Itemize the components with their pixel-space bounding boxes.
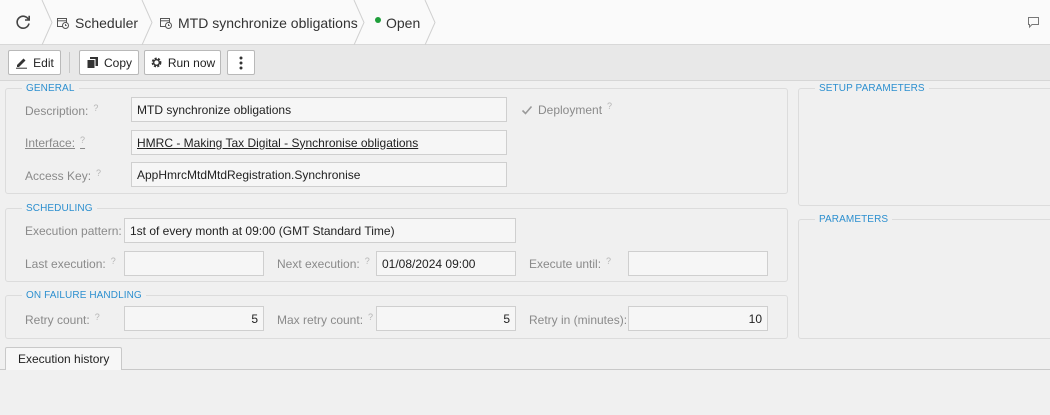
breadcrumb-separator xyxy=(424,0,436,45)
refresh-icon[interactable] xyxy=(14,13,32,31)
breadcrumb-separator xyxy=(141,0,153,45)
next-execution-label: Next execution:? xyxy=(277,256,370,271)
setup-parameters-group xyxy=(798,88,1050,206)
breadcrumb-label: Scheduler xyxy=(75,14,139,31)
parameters-group xyxy=(798,219,1050,339)
copy-button-label: Copy xyxy=(103,55,132,70)
retry-in-minutes-field[interactable]: 10 xyxy=(628,306,768,331)
tab-execution-history[interactable]: Execution history xyxy=(5,347,123,370)
breadcrumb-label: MTD synchronize obligations xyxy=(178,14,358,31)
toolbar-divider xyxy=(69,52,70,73)
run-now-button-label: Run now xyxy=(167,55,216,70)
gear-icon xyxy=(151,57,162,68)
retry-in-minutes-label: Retry in (minutes): xyxy=(529,313,628,327)
scheduler-icon xyxy=(57,17,69,29)
edit-button[interactable]: Edit xyxy=(8,50,61,75)
pencil-icon xyxy=(16,58,28,69)
execution-pattern-label: Execution pattern: xyxy=(25,224,122,238)
comment-icon[interactable] xyxy=(1027,16,1040,29)
status-label: Open xyxy=(386,14,421,31)
interface-field[interactable]: HMRC - Making Tax Digital - Synchronise … xyxy=(131,130,507,155)
breadcrumb-separator xyxy=(353,0,365,45)
next-execution-field[interactable]: 01/08/2024 09:00 xyxy=(376,251,516,276)
execute-until-label: Execute until:? xyxy=(529,256,612,271)
interface-label[interactable]: Interface:? xyxy=(25,135,85,150)
help-icon[interactable]: ? xyxy=(93,103,98,113)
max-retry-count-label: Max retry count:? xyxy=(277,312,374,327)
last-execution-label: Last execution:? xyxy=(25,256,116,271)
help-icon[interactable]: ? xyxy=(607,101,612,111)
run-now-button[interactable]: Run now xyxy=(144,50,221,75)
setup-parameters-legend: SETUP PARAMETERS xyxy=(815,83,929,94)
breadcrumb-bar: Scheduler MTD synchronize obligations Op… xyxy=(0,0,1050,45)
access-key-field[interactable]: AppHmrcMtdMtdRegistration.Synchronise xyxy=(131,162,507,187)
tab-label: Execution history xyxy=(18,352,110,366)
status-dot xyxy=(375,16,381,23)
breadcrumb-record[interactable]: MTD synchronize obligations xyxy=(159,0,358,45)
failure-handling-legend: ON FAILURE HANDLING xyxy=(22,290,146,301)
breadcrumb-separator xyxy=(41,0,53,45)
retry-count-label: Retry count:? xyxy=(25,312,100,327)
breadcrumb-scheduler[interactable]: Scheduler xyxy=(56,0,138,45)
more-button[interactable] xyxy=(227,50,255,75)
execute-until-field[interactable] xyxy=(628,251,768,276)
deployment-label: Deployment xyxy=(538,103,603,117)
access-key-label: Access Key:? xyxy=(25,168,102,183)
checkmark-icon xyxy=(521,105,533,115)
help-icon[interactable]: ? xyxy=(95,312,100,322)
help-icon[interactable]: ? xyxy=(606,256,611,266)
tab-strip-line xyxy=(0,369,1050,370)
toolbar: Edit Copy Run now xyxy=(0,45,1050,81)
copy-button[interactable]: Copy xyxy=(79,50,139,75)
description-label: Description:? xyxy=(25,103,99,118)
more-vertical-icon xyxy=(239,56,243,69)
parameters-legend: PARAMETERS xyxy=(815,214,893,225)
copy-icon xyxy=(86,57,98,69)
general-legend: GENERAL xyxy=(22,83,79,94)
help-icon[interactable]: ? xyxy=(368,312,373,322)
breadcrumb-status[interactable]: Open xyxy=(375,0,420,45)
description-field[interactable]: MTD synchronize obligations xyxy=(131,97,507,122)
max-retry-count-field[interactable]: 5 xyxy=(376,306,516,331)
scheduler-icon xyxy=(160,17,172,29)
deployment-checkbox[interactable]: Deployment? xyxy=(521,101,612,117)
edit-button-label: Edit xyxy=(33,55,54,70)
retry-count-field[interactable]: 5 xyxy=(124,306,264,331)
help-icon[interactable]: ? xyxy=(111,256,116,266)
execution-pattern-field[interactable]: 1st of every month at 09:00 (GMT Standar… xyxy=(124,218,516,243)
help-icon[interactable]: ? xyxy=(80,135,85,145)
last-execution-field[interactable] xyxy=(124,251,264,276)
help-icon[interactable]: ? xyxy=(365,256,370,266)
help-icon[interactable]: ? xyxy=(96,168,101,178)
scheduling-legend: SCHEDULING xyxy=(22,203,97,214)
